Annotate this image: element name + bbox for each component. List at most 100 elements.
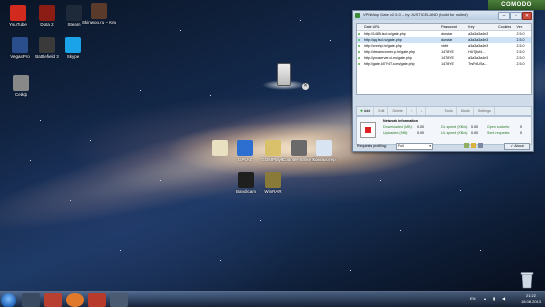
stop-button[interactable] <box>360 122 376 138</box>
desktop-shortcut[interactable]: Сейф <box>4 75 38 97</box>
about-button[interactable]: ✓ About <box>504 143 530 150</box>
column-header[interactable]: Gate URL <box>363 24 440 30</box>
ul-speed-label: UL speed (KB/s): <box>441 131 469 135</box>
column-header[interactable]: Cookies <box>497 24 515 30</box>
tool-icon[interactable] <box>464 143 469 148</box>
downloaded-value: 0.00 <box>417 125 424 129</box>
shortcut-label: Skype <box>66 54 80 59</box>
cell-ver: 2.5.0 <box>516 62 525 66</box>
cell-key: TrsFdUSa... <box>468 62 488 66</box>
column-header[interactable]: Ver. <box>516 24 531 30</box>
safe-icon <box>13 75 29 91</box>
vegas-icon <box>12 37 28 53</box>
star <box>140 90 141 91</box>
move-down-button[interactable]: ↓ <box>418 107 427 115</box>
star <box>380 180 381 181</box>
desktop-shortcut[interactable]: WinRAR <box>256 172 290 194</box>
filezilla-taskbar-icon[interactable] <box>88 293 106 307</box>
star <box>300 20 301 21</box>
opera-taskbar-icon[interactable] <box>44 293 62 307</box>
file-icon <box>212 140 228 156</box>
delete-button[interactable]: Delete <box>389 107 407 115</box>
open-sockets-label: Open sockets: <box>487 125 510 129</box>
close-icon[interactable]: ✕ <box>302 83 309 90</box>
sent-requests-label: Sent requests: <box>487 131 511 135</box>
settings-button[interactable]: Settings <box>475 107 495 115</box>
tool-icon[interactable] <box>471 143 476 148</box>
open-sockets-value: 0 <box>520 125 522 129</box>
cell-cookies <box>497 61 515 67</box>
move-up-button[interactable]: ↑ <box>408 107 417 115</box>
gun-icon <box>291 140 307 156</box>
youtube-icon <box>10 5 26 21</box>
profiling-label: Requests profiling: <box>357 144 387 148</box>
mode-button[interactable]: Mode <box>458 107 474 115</box>
skype-icon <box>65 37 81 53</box>
tool-icon[interactable] <box>478 143 483 148</box>
network-tray-icon[interactable]: ▮ <box>493 296 495 301</box>
uploaded-value: 0.00 <box>417 131 424 135</box>
star <box>350 270 351 271</box>
tray-arrow-icon[interactable]: ▴ <box>484 296 486 301</box>
start-button[interactable] <box>1 293 16 307</box>
profiling-select[interactable]: Full ▾ <box>396 143 433 150</box>
recycle-bin-icon[interactable] <box>520 270 534 290</box>
table-row[interactable]: http://gate.ld7Y4T.com/gate.php 1478YE Trs… <box>357 61 531 67</box>
firefox-taskbar-icon[interactable] <box>66 293 84 307</box>
volume-tray-icon[interactable]: ◀ <box>502 296 505 301</box>
desktop-shortcut[interactable]: Компьютер <box>307 140 341 162</box>
dl-speed-value: 0.00 <box>471 125 478 129</box>
gom-icon <box>265 140 281 156</box>
star <box>480 250 481 251</box>
gate-table: Gate URL Password Key Cookies Ver. http:… <box>356 23 532 95</box>
network-heading: Network information <box>383 119 418 123</box>
app-icon <box>355 13 360 18</box>
app-window: VPNMap Gate v2.5.0 – by JUSTICELAND (bui… <box>352 10 534 152</box>
language-indicator[interactable]: EN <box>470 296 476 301</box>
phone-icon[interactable] <box>277 63 291 86</box>
uploaded-label: Uploaded (MB): <box>383 131 409 135</box>
close-button[interactable]: ✕ <box>522 12 532 20</box>
archive-icon <box>265 172 281 188</box>
shortcut-label: WinRAR <box>264 189 282 194</box>
explorer-taskbar-icon[interactable] <box>22 293 40 307</box>
computer-icon <box>316 140 332 156</box>
window-title: VPNMap Gate v2.5.0 – by JUSTICELAND (bui… <box>363 12 468 17</box>
add-button[interactable]: ✚ Add <box>357 107 375 115</box>
table-header: Gate URL Password Key Cookies Ver. <box>357 24 531 31</box>
star <box>260 220 261 221</box>
column-header[interactable]: Password <box>440 24 467 30</box>
shortcut-label: Сейф <box>15 92 27 97</box>
ul-speed-value: 0.00 <box>471 131 478 135</box>
comodo-badge[interactable]: COMODO <box>488 0 545 10</box>
vpnmap-taskbar-icon[interactable] <box>110 293 128 307</box>
star <box>460 190 461 191</box>
steam-icon <box>66 5 82 21</box>
network-panel: Network information Downloaded (MB): 0.0… <box>356 116 532 145</box>
bandicam-icon <box>238 172 254 188</box>
clock[interactable]: 21:22 18.08.2013 <box>521 293 541 305</box>
star <box>210 95 211 96</box>
title-bar[interactable]: VPNMap Gate v2.5.0 – by JUSTICELAND (bui… <box>353 11 533 20</box>
taskbar: EN ▴ ▮ ◀ 21:22 18.08.2013 <box>0 291 545 307</box>
star <box>400 230 401 231</box>
star <box>120 250 121 251</box>
minimize-button[interactable]: – <box>498 12 510 20</box>
profiling-bar: Requests profiling: Full ▾ ✓ About <box>356 143 530 150</box>
star <box>40 120 41 121</box>
star <box>180 30 181 31</box>
sent-requests-value: 0 <box>520 131 522 135</box>
downloaded-label: Downloaded (MB): <box>383 125 413 129</box>
tools-button[interactable]: Tools <box>441 107 457 115</box>
desktop-shortcut[interactable]: Skinwoo.ru – Кликни <box>82 3 116 25</box>
desktop: YouTubeDota 2SteamSkinwoo.ru – КликниVeg… <box>0 0 545 307</box>
cell-password: 1478YE <box>441 62 454 66</box>
game-shortcut-icon <box>91 3 107 19</box>
edit-button[interactable]: Edit <box>375 107 389 115</box>
battlefield-icon <box>39 37 55 53</box>
desktop-shortcut[interactable]: Skype <box>56 37 90 59</box>
maximize-button[interactable]: ▫ <box>510 12 522 20</box>
shortcut-label: Компьютер <box>312 157 336 162</box>
cell-url: http://gate.ld7Y4T.com/gate.php <box>363 62 415 66</box>
column-header[interactable]: Key <box>467 24 497 30</box>
